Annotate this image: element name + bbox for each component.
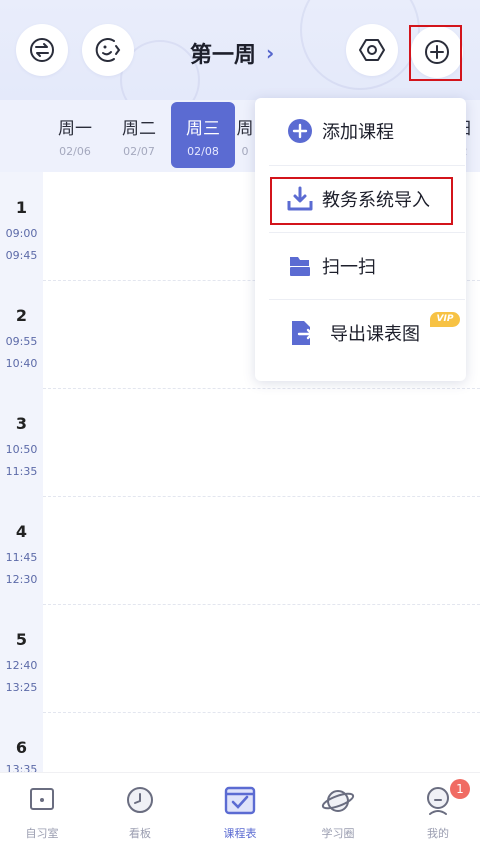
schedule-icon bbox=[224, 786, 256, 815]
switch-schedule-button[interactable] bbox=[16, 24, 68, 76]
export-file-icon bbox=[292, 321, 314, 345]
period-number: 5 bbox=[15, 630, 28, 649]
clock-board-icon bbox=[127, 787, 153, 813]
period-start: 12:40 bbox=[5, 659, 38, 672]
period-times: 09:55 10:40 bbox=[0, 331, 43, 375]
period-start: 09:55 bbox=[5, 335, 38, 348]
week-title: 第一周 bbox=[190, 43, 257, 68]
period-number: 1 bbox=[15, 198, 28, 217]
face-menu-button[interactable] bbox=[82, 24, 134, 76]
bottom-nav: 自习室 看板 课程表 学习圈 我的 bbox=[0, 772, 480, 847]
chevron-right-icon: › bbox=[266, 41, 275, 65]
nav-label: 课程表 bbox=[223, 827, 257, 840]
nav-label: 学习圈 bbox=[321, 827, 355, 840]
notification-badge: 1 bbox=[450, 779, 470, 799]
nav-study-room[interactable]: 自习室 bbox=[2, 783, 82, 841]
period-4: 4 11:45 12:30 bbox=[0, 522, 43, 591]
period-3: 3 10:50 11:35 bbox=[0, 414, 43, 483]
period-end: 12:30 bbox=[5, 573, 38, 586]
week-selector[interactable]: 第一周 › bbox=[190, 36, 274, 70]
period-end: 13:25 bbox=[5, 681, 38, 694]
day-name: 周 bbox=[236, 119, 254, 139]
row-divider bbox=[43, 496, 480, 497]
period-6: 6 13:35 bbox=[0, 738, 43, 772]
download-tray-icon bbox=[287, 186, 313, 211]
period-2: 2 09:55 10:40 bbox=[0, 306, 43, 375]
period-number: 3 bbox=[15, 414, 28, 433]
row-divider bbox=[43, 712, 480, 713]
day-name: 周二 bbox=[122, 119, 156, 139]
day-wednesday[interactable]: 周三 02/08 bbox=[171, 102, 235, 168]
settings-button[interactable] bbox=[346, 24, 398, 76]
add-circle-icon bbox=[425, 40, 449, 64]
row-divider bbox=[43, 604, 480, 605]
add-button[interactable] bbox=[411, 26, 463, 78]
period-number: 2 bbox=[15, 306, 28, 325]
vip-badge: VIP bbox=[430, 312, 460, 327]
period-end: 10:40 bbox=[5, 357, 38, 370]
row-divider bbox=[43, 388, 480, 389]
day-thursday[interactable]: 周 0 bbox=[235, 102, 255, 168]
menu-label: 添加课程 bbox=[322, 122, 394, 143]
menu-label: 扫一扫 bbox=[322, 257, 376, 278]
period-5: 5 12:40 13:25 bbox=[0, 630, 43, 699]
nav-label: 看板 bbox=[129, 827, 151, 840]
day-date: 0 bbox=[241, 145, 249, 158]
nav-label: 我的 bbox=[427, 827, 449, 840]
menu-export-timetable[interactable]: 导出课表图 bbox=[255, 300, 466, 366]
period-times: 11:45 12:30 bbox=[0, 547, 43, 591]
menu-label: 教务系统导入 bbox=[322, 190, 430, 211]
period-start: 10:50 bbox=[5, 443, 38, 456]
period-end: 09:45 bbox=[5, 249, 38, 262]
menu-scan[interactable]: 扫一扫 bbox=[255, 233, 466, 299]
menu-label: 导出课表图 bbox=[330, 324, 420, 345]
period-times: 12:40 13:25 bbox=[0, 655, 43, 699]
period-times: 09:00 09:45 bbox=[0, 223, 43, 267]
hexagon-settings-icon bbox=[359, 39, 385, 61]
day-monday[interactable]: 周一 02/06 bbox=[43, 102, 107, 168]
menu-import-academic[interactable]: 教务系统导入 bbox=[255, 166, 466, 232]
study-room-icon bbox=[30, 788, 54, 810]
period-start: 13:35 bbox=[5, 763, 38, 772]
nav-board[interactable]: 看板 bbox=[100, 783, 180, 841]
period-end: 11:35 bbox=[5, 465, 38, 478]
day-name: 周三 bbox=[186, 119, 220, 139]
nav-study-circle[interactable]: 学习圈 bbox=[298, 783, 378, 841]
day-date: 02/08 bbox=[187, 145, 219, 158]
plus-circle-icon bbox=[288, 119, 312, 143]
period-number: 4 bbox=[15, 522, 28, 541]
day-tuesday[interactable]: 周二 02/07 bbox=[107, 102, 171, 168]
scan-icon bbox=[290, 257, 310, 276]
period-start: 09:00 bbox=[5, 227, 38, 240]
swap-arrows-icon bbox=[30, 38, 54, 62]
smile-face-icon bbox=[95, 38, 121, 62]
add-dropdown-menu: 添加课程 教务系统导入 扫一扫 导出课表图 VIP bbox=[255, 98, 466, 381]
day-date: 02/06 bbox=[59, 145, 91, 158]
period-times: 10:50 11:35 bbox=[0, 439, 43, 483]
period-number: 6 bbox=[15, 738, 28, 757]
day-date: 02/07 bbox=[123, 145, 155, 158]
menu-add-course[interactable]: 添加课程 bbox=[255, 98, 466, 164]
period-start: 11:45 bbox=[5, 551, 38, 564]
nav-label: 自习室 bbox=[25, 827, 59, 840]
period-1: 1 09:00 09:45 bbox=[0, 198, 43, 267]
nav-schedule[interactable]: 课程表 bbox=[200, 783, 280, 841]
period-times: 13:35 bbox=[0, 759, 43, 772]
planet-icon bbox=[321, 790, 355, 812]
day-name: 周一 bbox=[58, 119, 92, 139]
